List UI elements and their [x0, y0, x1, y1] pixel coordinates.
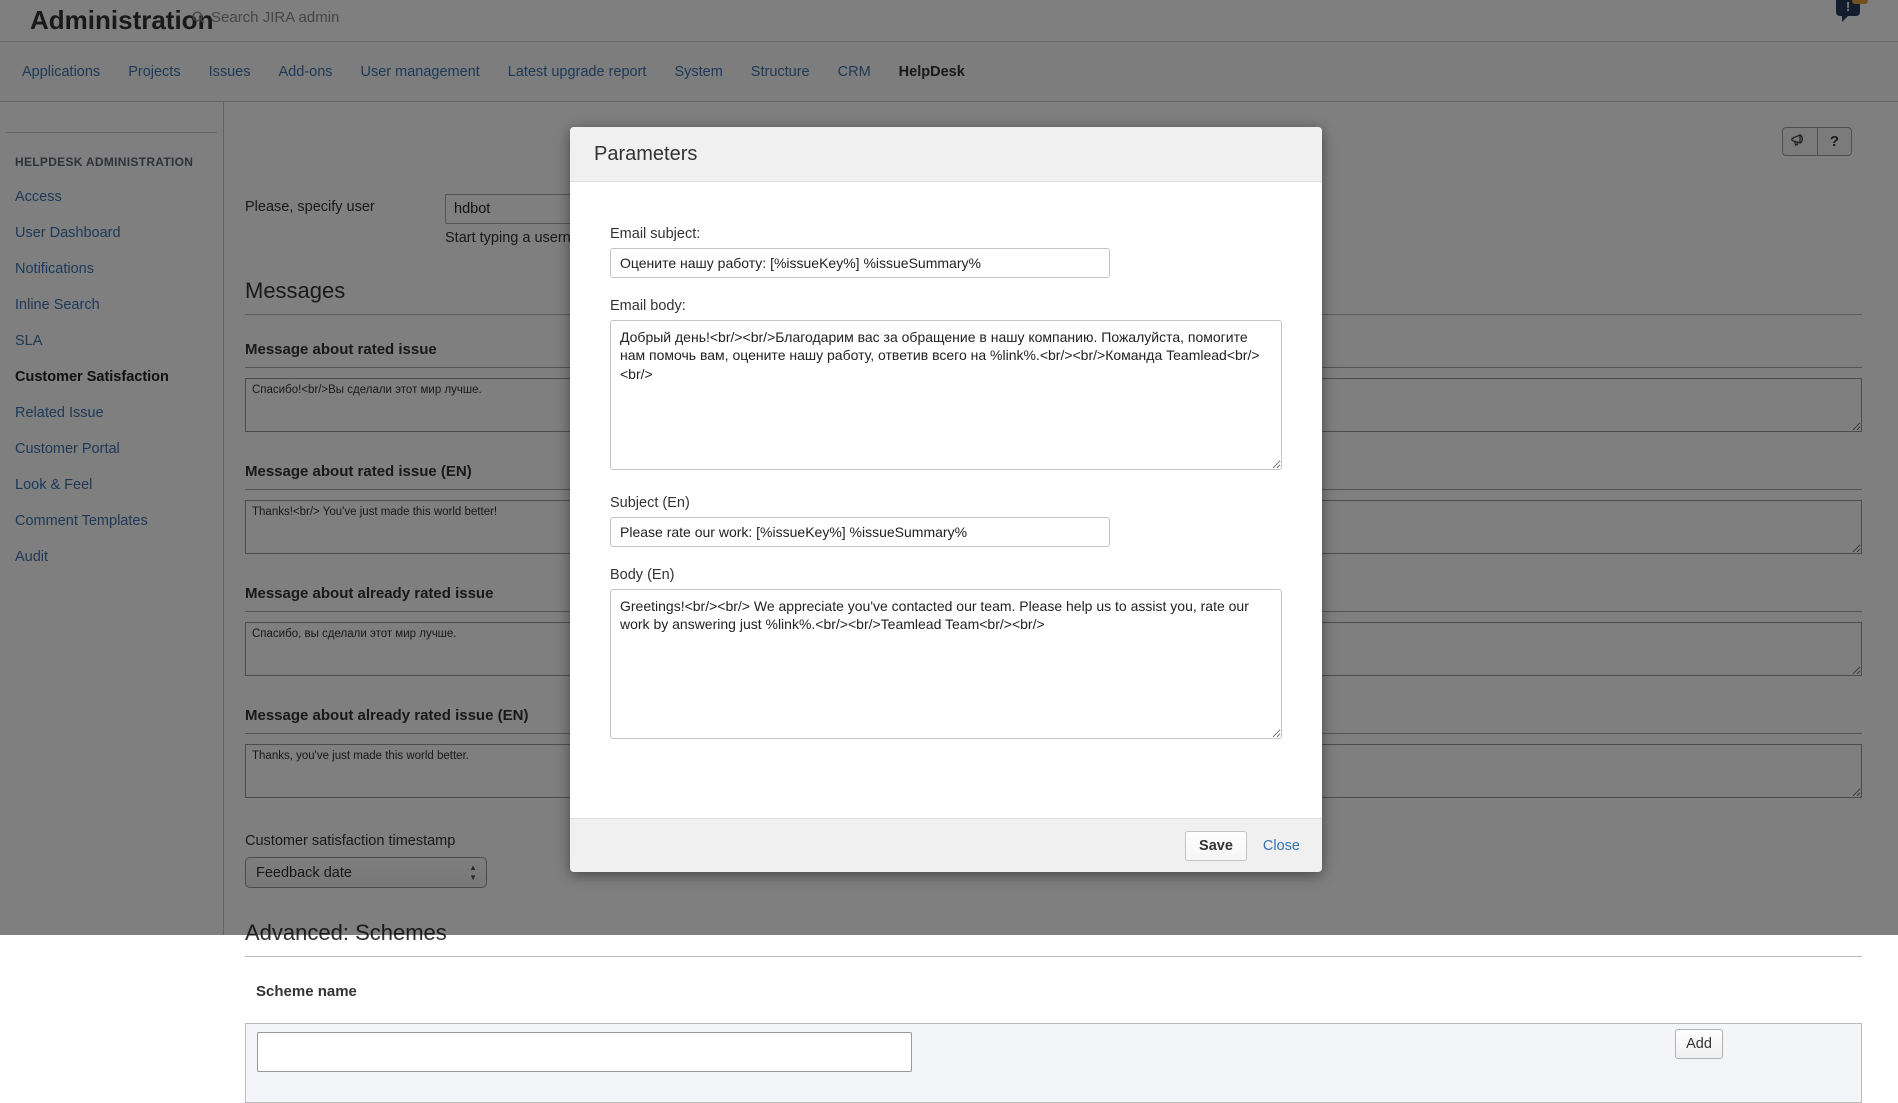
scheme-name-section: Scheme name Add	[245, 983, 1862, 1103]
scheme-name-input[interactable]	[257, 1032, 912, 1072]
email-body-textarea[interactable]	[610, 320, 1282, 470]
scheme-name-label: Scheme name	[245, 983, 1862, 1009]
body-en-label: Body (En)	[610, 567, 1282, 583]
email-subject-label: Email subject:	[610, 226, 1282, 242]
dialog-body: Email subject: Email body: Subject (En) …	[570, 182, 1322, 818]
dialog-header: Parameters	[570, 127, 1322, 182]
dialog-title: Parameters	[594, 143, 697, 166]
email-body-label: Email body:	[610, 298, 1282, 314]
body-en-textarea[interactable]	[610, 589, 1282, 739]
add-scheme-button[interactable]: Add	[1675, 1029, 1723, 1059]
subject-en-input[interactable]	[610, 517, 1110, 547]
close-button[interactable]: Close	[1263, 838, 1300, 854]
dialog-footer: Save Close	[570, 818, 1322, 872]
scheme-row: Add	[245, 1023, 1862, 1103]
save-button[interactable]: Save	[1185, 831, 1247, 861]
subject-en-label: Subject (En)	[610, 495, 1282, 511]
parameters-dialog: Parameters Email subject: Email body: Su…	[570, 127, 1322, 872]
email-subject-input[interactable]	[610, 248, 1110, 278]
